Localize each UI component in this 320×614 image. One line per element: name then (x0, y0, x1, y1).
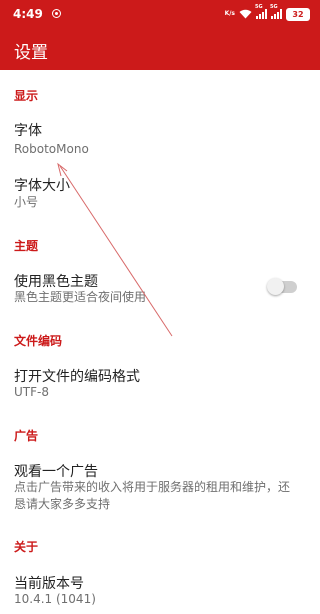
pref-open-encoding-summary: UTF-8 (14, 385, 49, 399)
section-header-theme: 主题 (14, 239, 39, 253)
pref-version[interactable]: 当前版本号 10.4.1 (1041) (0, 562, 320, 614)
pref-open-encoding[interactable]: 打开文件的编码格式 UTF-8 (0, 355, 320, 407)
notification-dot-icon (52, 9, 61, 18)
pref-font-size-title: 字体大小 (14, 178, 70, 194)
pref-font-size-summary: 小号 (14, 195, 39, 209)
signal-1-icon: 5G (255, 4, 267, 19)
pref-dark-theme-summary: 黑色主题更适合夜间使用 (14, 290, 147, 304)
pref-open-encoding-title: 打开文件的编码格式 (14, 369, 140, 385)
section-header-about: 关于 (14, 540, 39, 554)
network-speed: K/s (224, 10, 235, 17)
pref-watch-ad-title: 观看一个广告 (14, 464, 98, 480)
pref-font[interactable]: 字体 RobotoMono (0, 110, 320, 162)
pref-dark-theme-title: 使用黑色主题 (14, 274, 98, 290)
status-time: 4:49 (13, 7, 43, 21)
pref-font-title: 字体 (14, 123, 42, 139)
toggle-thumb (267, 278, 284, 295)
pref-watch-ad-summary: 点击广告带来的收入将用于服务器的租用和维护，还恳请大家多多支持 (14, 480, 291, 511)
pref-version-title: 当前版本号 (14, 576, 84, 592)
page-title: 设置 (14, 43, 48, 63)
section-header-display: 显示 (14, 89, 39, 103)
status-icons: K/s 5G 5G 32 (224, 4, 310, 21)
pref-font-summary: RobotoMono (14, 142, 89, 156)
section-header-encoding: 文件编码 (14, 334, 63, 348)
pref-font-size[interactable]: 字体大小 小号 (0, 165, 320, 217)
battery-icon: 32 (286, 7, 310, 21)
dark-theme-toggle[interactable] (267, 278, 297, 295)
app-toolbar: 设置 (0, 28, 320, 70)
pref-watch-ad[interactable]: 观看一个广告 点击广告带来的收入将用于服务器的租用和维护，还恳请大家多多支持 (0, 450, 320, 514)
status-bar: 4:49 K/s 5G 5G 32 (0, 0, 320, 28)
pref-dark-theme[interactable]: 使用黑色主题 黑色主题更适合夜间使用 (0, 260, 320, 312)
wifi-icon (239, 9, 252, 19)
signal-2-icon: 5G (270, 4, 282, 19)
section-header-ads: 广告 (14, 429, 39, 443)
